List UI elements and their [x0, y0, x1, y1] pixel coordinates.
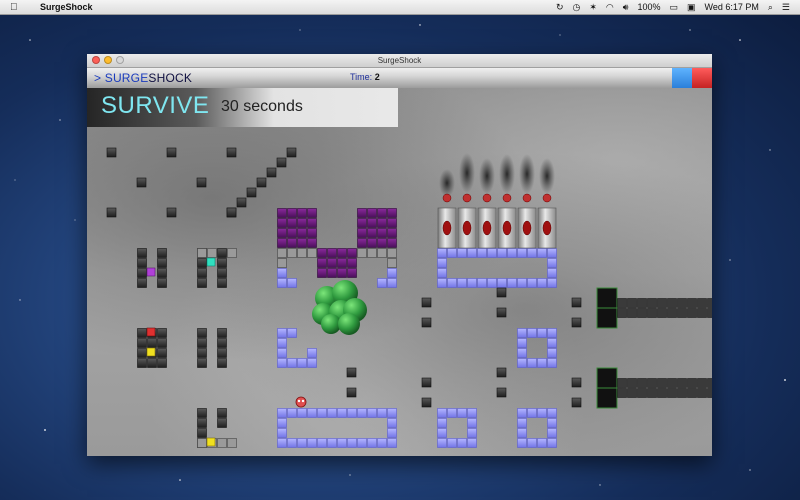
menu-clock[interactable]: Wed 6:17 PM: [705, 2, 759, 12]
blue-action-button[interactable]: [672, 68, 692, 88]
close-window-button[interactable]: [92, 56, 100, 64]
app-menu-name[interactable]: SurgeShock: [40, 2, 93, 12]
time-label: Time:: [350, 72, 373, 82]
time-counter: Time: 2: [350, 72, 380, 82]
battery-icon[interactable]: ▭: [669, 2, 678, 13]
objective-subtitle: 30 seconds: [221, 98, 303, 115]
window-titlebar[interactable]: SurgeShock: [87, 54, 712, 68]
brand-prefix: > SURGE: [94, 71, 149, 85]
green-player-blob[interactable]: [312, 280, 367, 335]
right-cannons: [596, 287, 712, 409]
smoking-emitters: [437, 153, 557, 249]
scattered-blocks-left: [106, 147, 237, 218]
objective-title: SURVIVE: [101, 92, 210, 119]
brand-logo: > SURGESHOCK: [94, 71, 192, 85]
battery-percent: 100%: [637, 2, 661, 12]
game-field[interactable]: [87, 88, 712, 456]
scattered-blocks-right: [346, 287, 582, 408]
red-creature: [295, 396, 307, 408]
game-window: SurgeShock > SURGESHOCK Time: 2 SURVIVE …: [87, 54, 712, 456]
sync-icon[interactable]: ↻: [556, 2, 564, 13]
minimize-window-button[interactable]: [104, 56, 112, 64]
spotlight-search-icon[interactable]: ⌕: [768, 2, 773, 13]
purple-block-formation: [277, 208, 397, 278]
macos-menu-bar:  SurgeShock ↻ ◷ ✶ ◠ 🔊︎ 100% ▭ ▣ Wed 6:1…: [0, 0, 800, 15]
game-header-bar: > SURGESHOCK Time: 2: [87, 68, 712, 89]
red-action-button[interactable]: [692, 68, 712, 88]
time-machine-icon[interactable]: ◷: [573, 2, 581, 13]
zoom-window-button[interactable]: [116, 56, 124, 64]
apple-menu-icon[interactable]: : [10, 2, 24, 13]
bluetooth-icon[interactable]: ✶: [589, 2, 597, 13]
volume-icon[interactable]: 🔊︎: [623, 2, 629, 13]
menu-extras: ↻ ◷ ✶ ◠ 🔊︎ 100% ▭ ▣ Wed 6:17 PM ⌕ ☰: [556, 2, 800, 13]
window-title: SurgeShock: [377, 56, 422, 65]
objective-banner: SURVIVE 30 seconds: [87, 88, 398, 127]
wifi-icon[interactable]: ◠: [606, 2, 614, 13]
window-controls: [92, 56, 124, 64]
diagonal-staircase: [226, 147, 297, 218]
brand-suffix: SHOCK: [148, 71, 193, 85]
notification-center-icon[interactable]: ☰: [782, 2, 790, 13]
game-stage[interactable]: SURVIVE 30 seconds: [87, 88, 712, 456]
time-value: 2: [374, 72, 380, 82]
display-icon[interactable]: ▣: [687, 2, 696, 13]
